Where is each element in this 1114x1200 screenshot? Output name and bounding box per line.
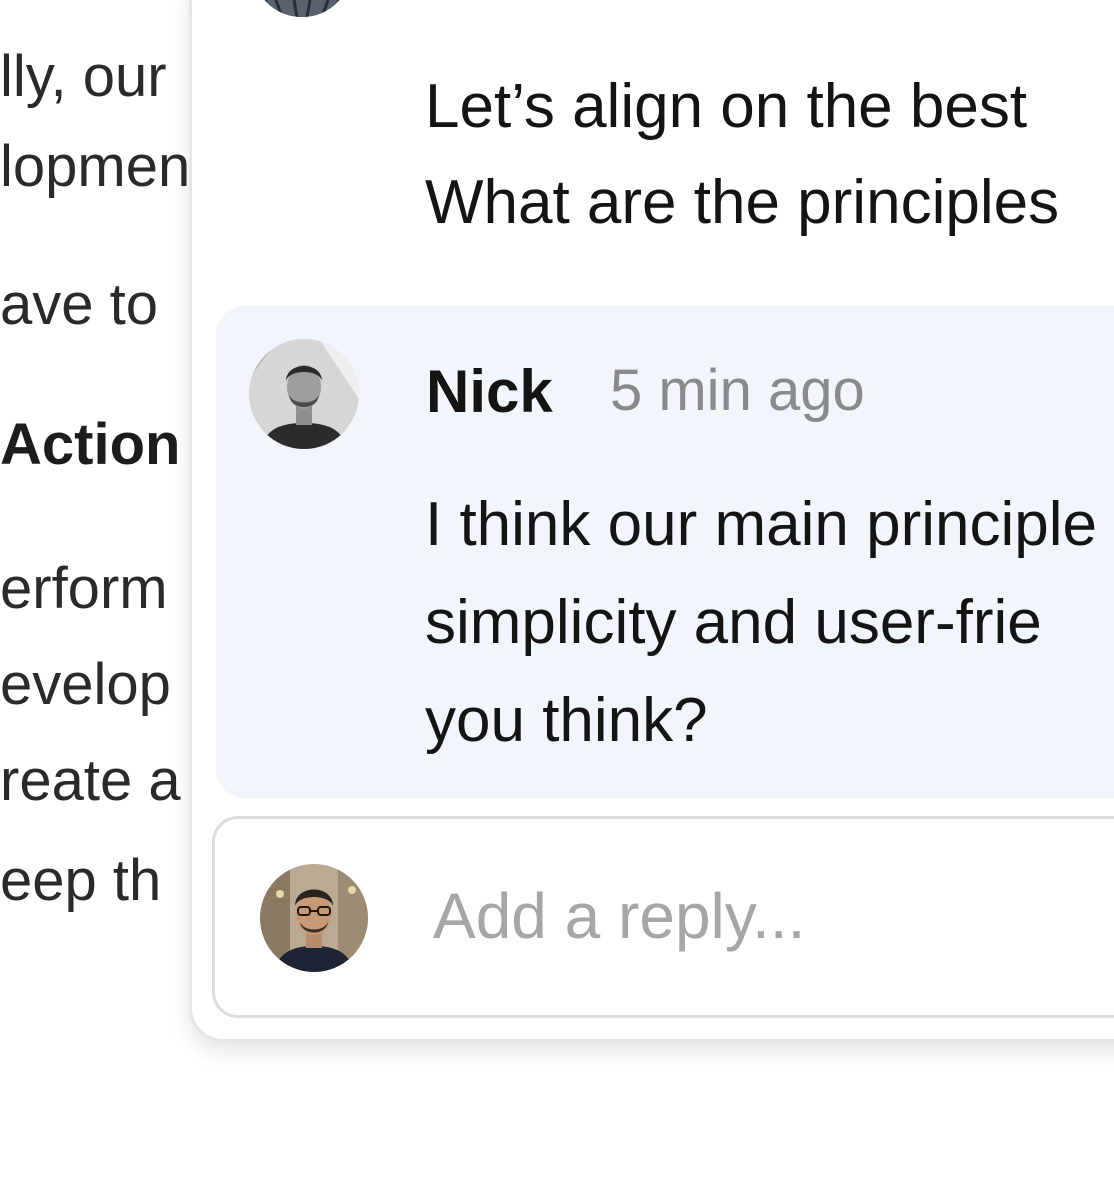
comment-timestamp: 5 min ago xyxy=(610,358,865,423)
document-line: erform xyxy=(0,556,168,621)
app-stage: lly, our lopment ave to Action erform ev… xyxy=(0,0,1114,1200)
document-line: evelop xyxy=(0,652,171,717)
document-line: lly, our xyxy=(0,44,167,109)
comment-line: What are the principles xyxy=(425,168,1060,237)
avatar[interactable] xyxy=(252,0,352,17)
comment-line: simplicity and user-frie xyxy=(425,588,1042,657)
current-user-avatar xyxy=(260,864,368,972)
comment-active[interactable]: Nick 5 min ago I think our main principl… xyxy=(216,306,1114,798)
comment-body: Let’s align on the best What are the pri… xyxy=(425,59,1059,251)
avatar[interactable] xyxy=(249,339,359,449)
document-background: lly, our lopment ave to Action erform ev… xyxy=(0,0,195,1200)
document-line: ave to xyxy=(0,272,158,337)
document-line: lopment xyxy=(0,134,195,199)
document-line: eep th xyxy=(0,848,162,913)
comment-author: Nick xyxy=(426,358,553,425)
document-heading: Action xyxy=(0,412,181,477)
comment-line: you think? xyxy=(425,686,708,755)
comment-line: Let’s align on the best xyxy=(425,72,1028,141)
document-line: reate a xyxy=(0,748,181,813)
reply-input[interactable]: Add a reply... xyxy=(433,881,805,952)
reply-box[interactable]: Add a reply... xyxy=(212,816,1114,1018)
comment-body: I think our main principle simplicity an… xyxy=(425,476,1097,770)
comment-line: I think our main principle xyxy=(425,490,1097,559)
comment-thread-panel: Let’s align on the best What are the pri… xyxy=(189,0,1114,1042)
